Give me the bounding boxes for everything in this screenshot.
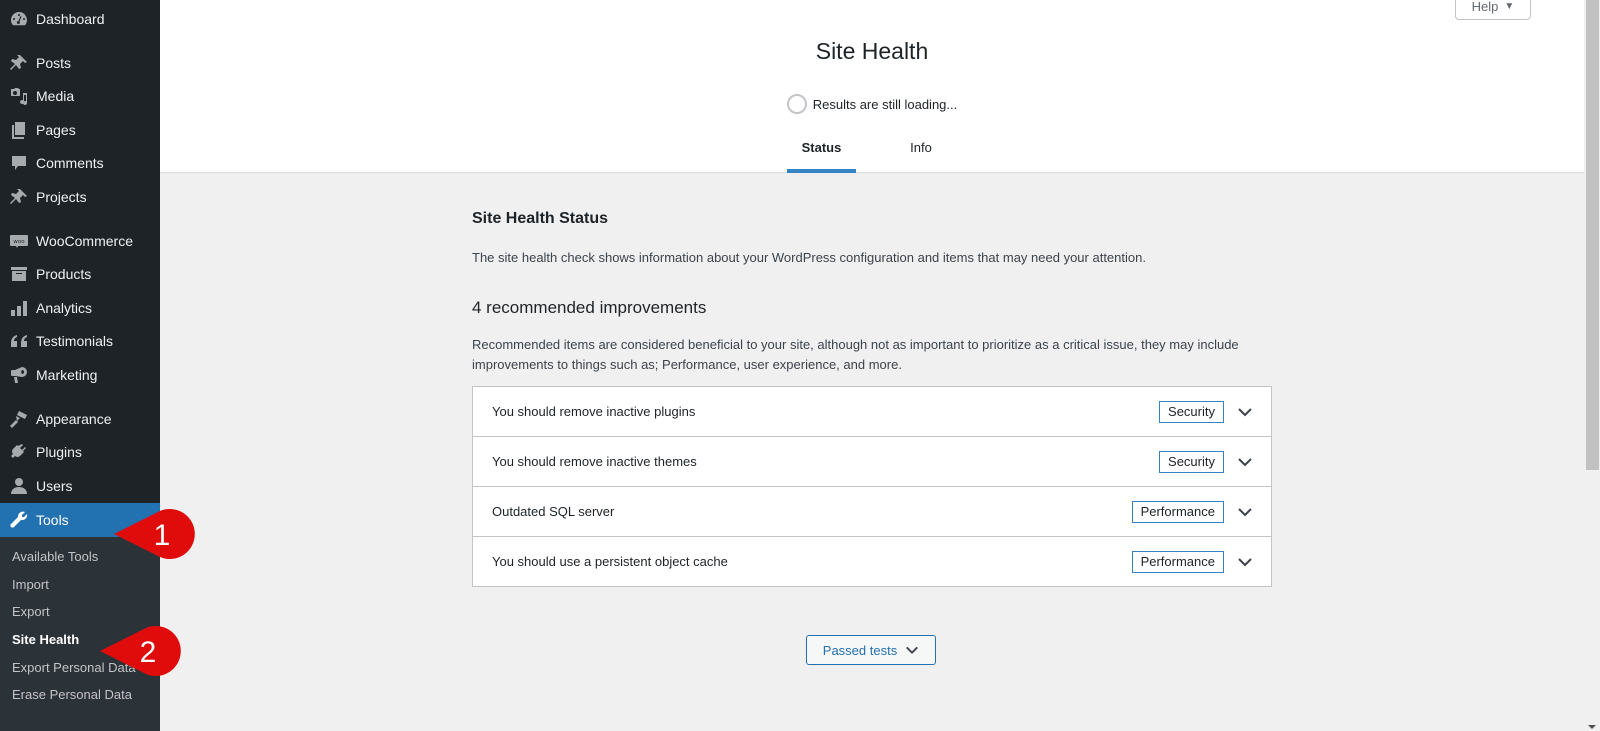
- sidebar-item-testimonials[interactable]: Testimonials: [0, 324, 160, 358]
- active-tab-indicator: [787, 169, 856, 173]
- tab-status[interactable]: Status: [787, 140, 856, 155]
- sidebar-item-label: Pages: [36, 122, 76, 138]
- caret-down-icon: ▼: [1504, 1, 1515, 12]
- sidebar-item-label: Comments: [36, 155, 104, 171]
- sidebar-item-label: Analytics: [36, 300, 93, 316]
- issue-title: You should use a persistent object cache: [492, 554, 728, 569]
- help-button[interactable]: Help ▼: [1455, 0, 1531, 20]
- dashboard-icon: [0, 9, 36, 29]
- sidebar-item-label: Projects: [36, 189, 87, 205]
- pin-icon: [0, 187, 36, 207]
- wrench-icon: [0, 510, 36, 530]
- issue-row[interactable]: You should remove inactive plugins Secur…: [473, 387, 1271, 437]
- user-icon: [0, 476, 36, 496]
- annotation-number: 2: [140, 636, 157, 669]
- chevron-down-icon: [905, 643, 919, 657]
- sidebar-item-comments[interactable]: Comments: [0, 146, 160, 180]
- annotation-marker-1: 1: [114, 509, 195, 559]
- sidebar-item-media[interactable]: Media: [0, 79, 160, 113]
- sidebar-item-label: Marketing: [36, 367, 98, 383]
- improvements-count-heading: 4 recommended improvements: [472, 298, 707, 317]
- issue-badge: Performance: [1131, 550, 1224, 573]
- progress-circle-icon: [786, 94, 807, 114]
- media-icon: [0, 86, 36, 106]
- passed-tests-button[interactable]: Passed tests: [806, 635, 936, 665]
- sidebar-item-posts[interactable]: Posts: [0, 46, 160, 80]
- sidebar-item-label: Posts: [36, 55, 72, 71]
- issue-badge: Security: [1159, 450, 1224, 473]
- sidebar-item-appearance[interactable]: Appearance: [0, 402, 160, 436]
- paintbrush-icon: [0, 409, 36, 429]
- sidebar-item-label: Products: [36, 266, 92, 282]
- sidebar-item-pages[interactable]: Pages: [0, 113, 160, 147]
- loading-status: Results are still loading...: [160, 94, 1584, 114]
- sidebar-item-label: Media: [36, 88, 75, 104]
- scroll-down-arrow-icon[interactable]: [1588, 725, 1596, 729]
- quote-icon: [0, 331, 36, 351]
- section-title: Site Health Status: [472, 210, 609, 227]
- sidebar-item-users[interactable]: Users: [0, 469, 160, 503]
- svg-text:woo: woo: [13, 239, 25, 245]
- megaphone-icon: [0, 365, 36, 385]
- sidebar-item-label: Plugins: [36, 444, 82, 460]
- passed-tests-label: Passed tests: [822, 642, 898, 658]
- sidebar-item-analytics[interactable]: Analytics: [0, 291, 160, 325]
- pin-icon: [0, 53, 36, 73]
- sidebar-item-label: Appearance: [36, 411, 112, 427]
- submenu-item-export[interactable]: Export: [12, 604, 50, 619]
- issues-list: You should remove inactive plugins Secur…: [472, 386, 1272, 587]
- sidebar-item-woocommerce[interactable]: woo WooCommerce: [0, 224, 160, 258]
- section-description: The site health check shows information …: [472, 250, 1146, 265]
- submenu-item-erase-personal-data[interactable]: Erase Personal Data: [12, 687, 132, 702]
- chevron-down-icon[interactable]: [1237, 404, 1253, 420]
- chevron-down-icon[interactable]: [1237, 554, 1253, 570]
- woocommerce-icon: woo: [0, 231, 36, 251]
- annotation-number: 1: [154, 519, 171, 552]
- help-label: Help: [1471, 0, 1499, 14]
- chevron-down-icon[interactable]: [1237, 454, 1253, 470]
- sidebar-item-dashboard[interactable]: Dashboard: [0, 2, 160, 36]
- issue-row[interactable]: Outdated SQL server Performance: [473, 487, 1271, 537]
- issue-title: Outdated SQL server: [492, 504, 615, 519]
- submenu-item-available-tools[interactable]: Available Tools: [12, 549, 98, 564]
- issue-title: You should remove inactive themes: [492, 454, 697, 469]
- improvements-description: Recommended items are considered benefic…: [472, 337, 1239, 372]
- issue-badge: Security: [1159, 400, 1224, 423]
- sidebar-item-label: Testimonials: [36, 333, 114, 349]
- sidebar-item-products[interactable]: Products: [0, 257, 160, 291]
- submenu-item-import[interactable]: Import: [12, 577, 49, 592]
- page-title: Site Health: [815, 38, 929, 64]
- archive-icon: [0, 264, 36, 284]
- sidebar-item-marketing[interactable]: Marketing: [0, 358, 160, 392]
- annotation-marker-2: 2: [100, 626, 181, 676]
- bar-chart-icon: [0, 298, 36, 318]
- plug-icon: [0, 442, 36, 462]
- sidebar-item-label: WooCommerce: [36, 233, 133, 249]
- loading-text: Results are still loading...: [812, 96, 958, 112]
- chevron-down-icon[interactable]: [1237, 504, 1253, 520]
- pages-icon: [0, 120, 36, 140]
- vertical-scrollbar[interactable]: [1584, 0, 1600, 731]
- submenu-item-site-health[interactable]: Site Health: [12, 632, 79, 647]
- sidebar-item-label: Users: [36, 478, 73, 494]
- sidebar-item-label: Tools: [36, 512, 69, 528]
- issue-row[interactable]: You should remove inactive themes Securi…: [473, 437, 1271, 487]
- issue-title: You should remove inactive plugins: [492, 404, 696, 419]
- page-header: Help ▼ Site Health Results are still loa…: [160, 0, 1584, 173]
- sidebar-item-plugins[interactable]: Plugins: [0, 435, 160, 469]
- scrollbar-thumb[interactable]: [1586, 0, 1599, 470]
- issue-badge: Performance: [1131, 500, 1224, 523]
- comment-icon: [0, 153, 36, 173]
- sidebar-item-projects[interactable]: Projects: [0, 180, 160, 214]
- tab-info[interactable]: Info: [886, 140, 956, 155]
- sidebar-item-label: Dashboard: [36, 11, 105, 27]
- issue-row[interactable]: You should use a persistent object cache…: [473, 537, 1271, 586]
